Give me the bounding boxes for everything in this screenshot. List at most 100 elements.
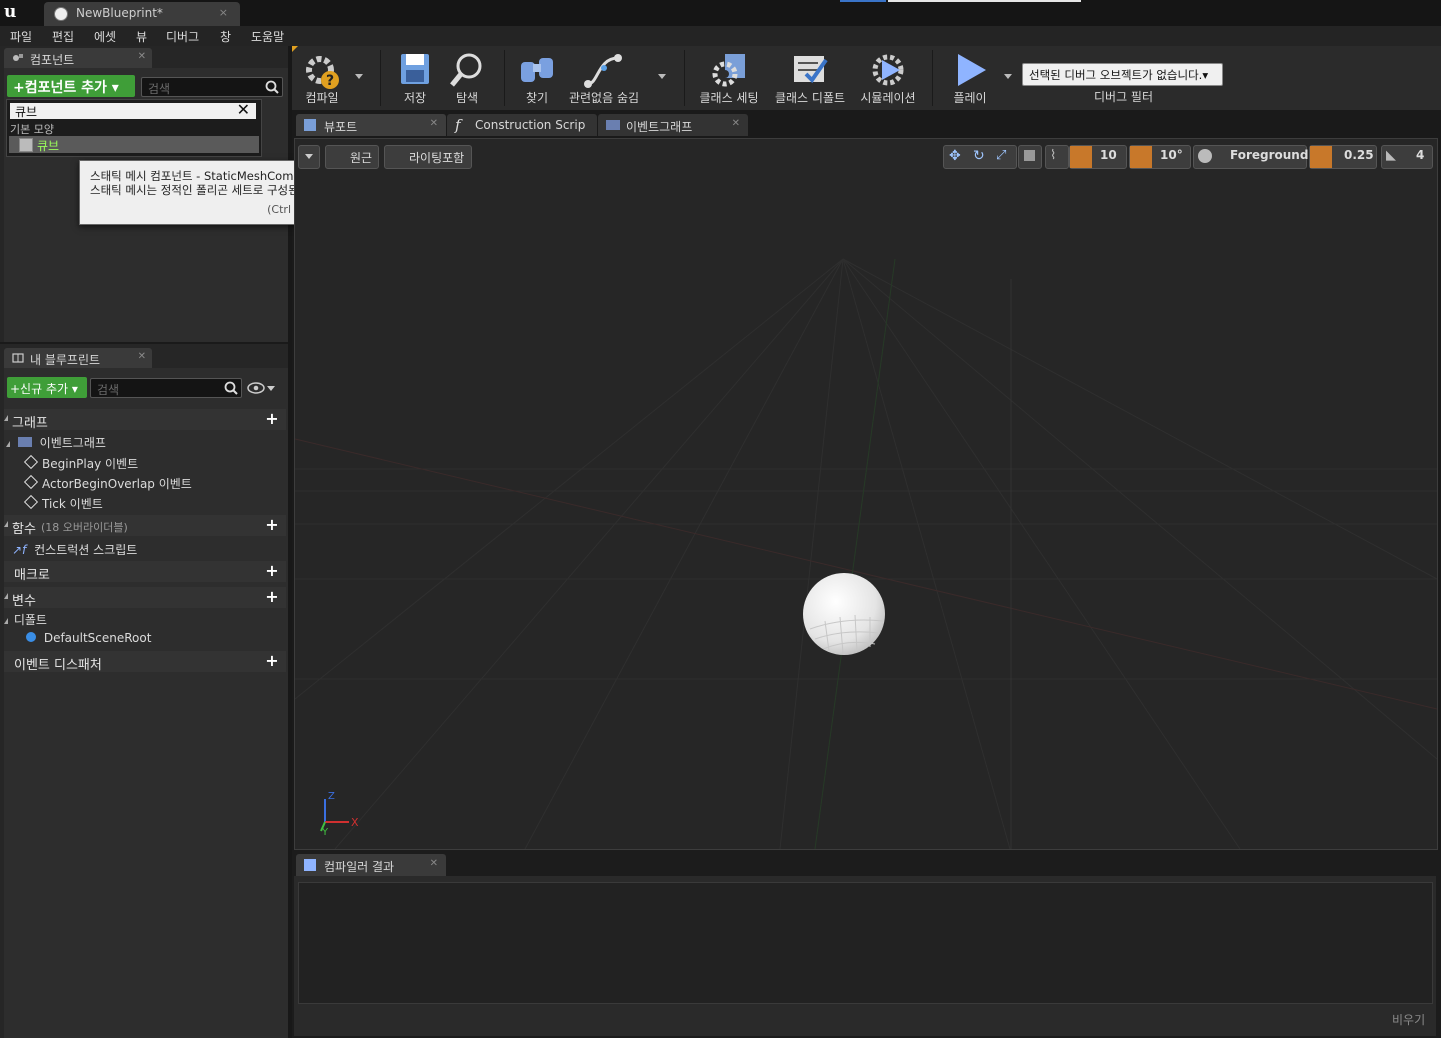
tree-event-beginplay[interactable]: BeginPlay 이벤트 [23,454,139,472]
components-tab[interactable]: 컴포넌트 ✕ [4,48,152,68]
close-icon[interactable]: ✕ [138,51,146,62]
tree-construction-script[interactable]: ↗f 컨스트럭션 스크립트 [12,541,137,558]
sphere-mesh[interactable] [803,573,885,655]
add-variable-button[interactable]: + [264,589,280,605]
section-variables[interactable]: 변수 + [4,587,286,609]
clear-icon[interactable]: ✕ [237,100,250,119]
tab-viewport[interactable]: 뷰포트 ✕ [296,114,446,136]
save-button[interactable]: 저장 [390,46,440,110]
compile-button[interactable]: ? 컴파일 [296,46,348,110]
scale-snap-icon[interactable] [1310,146,1332,168]
dropdown-item-cube[interactable]: 큐브 [9,136,259,153]
play-button[interactable]: 플레이 [940,46,1000,110]
dropdown-search-input[interactable]: 큐브 ✕ [10,100,256,119]
camera-speed[interactable]: ◣ 4 [1381,145,1433,169]
hide-unrelated-dropdown-icon[interactable] [658,74,666,79]
scale-snap[interactable]: 0.25 [1309,145,1377,169]
perspective-button[interactable]: 원근 [325,145,379,169]
add-new-button[interactable]: +신규 추가 ▾ [7,377,87,398]
viewport[interactable]: Z X Y 원근 라이팅포함 ✥ ↻ ⤢ ⌇ 10 10° Foreground… [294,138,1438,850]
cube-icon [1024,150,1035,161]
simulation-button[interactable]: 시뮬레이션 [854,46,922,110]
menu-debug[interactable]: 디버그 [166,28,199,45]
clear-button[interactable]: 비우기 [1392,1011,1425,1028]
compile-gear-icon: ? [306,56,339,89]
separator [380,50,381,106]
tree-event-tick[interactable]: Tick 이벤트 [23,494,103,512]
menu-edit[interactable]: 편집 [52,28,74,45]
my-blueprint-tab[interactable]: 내 블루프린트 ✕ [4,348,152,368]
event-diamond-icon [23,494,39,510]
tree-event-graph[interactable]: 이벤트그래프 [6,434,106,451]
blueprint-search-input[interactable]: 검색 [90,378,242,398]
section-functions[interactable]: 함수 (18 오버라이더블) + [4,515,286,537]
viewport-options-button[interactable] [298,145,320,169]
components-icon [13,54,23,61]
surface-snap-toggle[interactable]: ⌇ [1045,145,1069,169]
add-event-dispatcher-button[interactable]: + [264,653,280,669]
tree-default-scene-root[interactable]: DefaultSceneRoot [26,631,151,645]
tab-compiler-results[interactable]: 컴파일러 결과 ✕ [296,854,446,876]
tab-event-graph[interactable]: 이벤트그래프 ✕ [598,114,748,136]
search-placeholder: 검색 [148,82,171,96]
event-label: BeginPlay 이벤트 [42,457,139,471]
eye-view-options-icon[interactable] [247,381,277,395]
play-label: 플레이 [953,91,987,105]
section-macros[interactable]: 매크로 + [4,561,286,583]
add-component-button[interactable]: +컴포넌트 추가 ▾ [7,75,135,97]
add-macro-button[interactable]: + [264,563,280,579]
cube-icon [19,138,33,152]
add-component-label: +컴포넌트 추가 ▾ [13,80,119,96]
class-settings-button[interactable]: 클래스 세팅 [694,46,764,110]
menu-help[interactable]: 도움말 [251,28,284,45]
section-event-dispatchers[interactable]: 이벤트 디스패처 + [4,651,286,673]
lit-button[interactable]: 라이팅포함 [384,145,472,169]
tab-event-graph-label: 이벤트그래프 [626,120,693,134]
browse-button[interactable]: 탐색 [442,46,492,110]
angle-icon[interactable] [1130,146,1152,168]
close-icon[interactable]: × [219,6,228,19]
axis-z-label: Z [328,791,335,802]
world-local-toggle[interactable] [1018,145,1042,169]
menu-window[interactable]: 창 [220,28,231,45]
close-icon[interactable]: ✕ [732,118,740,129]
close-icon[interactable]: ✕ [430,118,438,129]
tab-construction-script[interactable]: f Construction Scrip [447,114,597,136]
hide-unrelated-button[interactable]: 관련없음 숨김 [564,46,644,110]
debug-object-value: 선택된 디버그 오브젝트가 없습니다.▾ [1029,68,1209,82]
layer-select[interactable]: Foreground [1193,145,1308,169]
menu-asset[interactable]: 에셋 [94,28,116,45]
compile-dropdown-icon[interactable] [355,74,363,79]
debug-object-select[interactable]: 선택된 디버그 오브젝트가 없습니다.▾ [1022,63,1223,86]
separator [684,50,685,106]
play-dropdown-icon[interactable] [1004,74,1012,79]
search-icon [224,381,238,395]
rotate-icon[interactable]: ↻ [973,148,985,164]
find-button[interactable]: 찾기 [512,46,562,110]
section-graph[interactable]: 그래프 + [4,409,286,431]
document-tab[interactable]: NewBlueprint* × [44,2,240,26]
close-icon[interactable]: ✕ [138,351,146,362]
grid-icon[interactable] [1070,146,1092,168]
scale-icon[interactable]: ⤢ [996,148,1006,163]
section-event-dispatchers-label: 이벤트 디스패처 [14,658,102,673]
tree-defaults[interactable]: 디폴트 [4,611,47,628]
axis-x-label: X [351,816,359,829]
binoculars-icon [521,58,553,82]
menu-file[interactable]: 파일 [10,28,32,45]
menu-view[interactable]: 뷰 [136,28,147,45]
rotation-snap[interactable]: 10° [1129,145,1191,169]
translate-icon[interactable]: ✥ [949,148,961,164]
event-diamond-icon [23,454,39,470]
close-icon[interactable]: ✕ [430,858,438,869]
grid-snap[interactable]: 10 [1069,145,1127,169]
magnifier-icon [450,53,482,87]
class-settings-gear-icon [712,54,745,87]
browse-label: 탐색 [455,91,479,105]
class-defaults-button[interactable]: 클래스 디폴트 [770,46,850,110]
tree-event-actorbeginoverlap[interactable]: ActorBeginOverlap 이벤트 [23,474,192,492]
add-function-button[interactable]: + [264,517,280,533]
add-graph-button[interactable]: + [264,411,280,427]
compiler-tab-label: 컴파일러 결과 [324,860,395,874]
components-search-input[interactable]: 검색 [141,77,283,97]
